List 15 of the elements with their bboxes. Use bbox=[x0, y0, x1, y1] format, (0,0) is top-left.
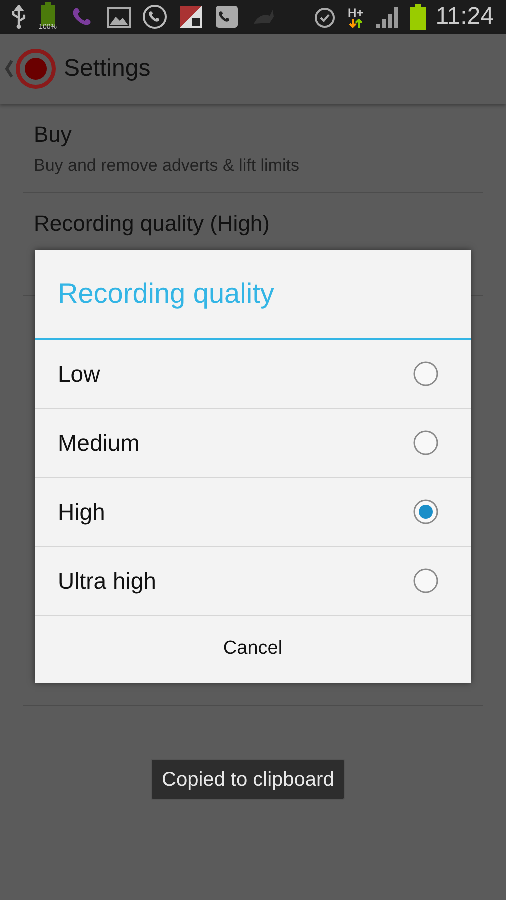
dialog-title: Recording quality bbox=[58, 277, 274, 311]
option-label: High bbox=[58, 498, 106, 527]
option-row[interactable]: Low bbox=[35, 340, 471, 409]
toast: Copied to clipboard bbox=[151, 759, 346, 800]
network-type: H+ bbox=[348, 6, 364, 18]
setting-summary: Buy and remove adverts & lift limits bbox=[34, 154, 300, 177]
option-label: Ultra high bbox=[58, 566, 156, 596]
screen-title: Settings bbox=[64, 54, 151, 84]
option-row[interactable]: High bbox=[35, 478, 471, 547]
option-label: Medium bbox=[58, 428, 140, 458]
option-row[interactable]: Medium bbox=[35, 409, 471, 478]
cancel-button[interactable]: Cancel bbox=[35, 616, 471, 683]
clock-time: 11:24 bbox=[436, 2, 494, 32]
option-label: Low bbox=[58, 360, 100, 389]
option-row[interactable]: Ultra high bbox=[35, 547, 471, 616]
